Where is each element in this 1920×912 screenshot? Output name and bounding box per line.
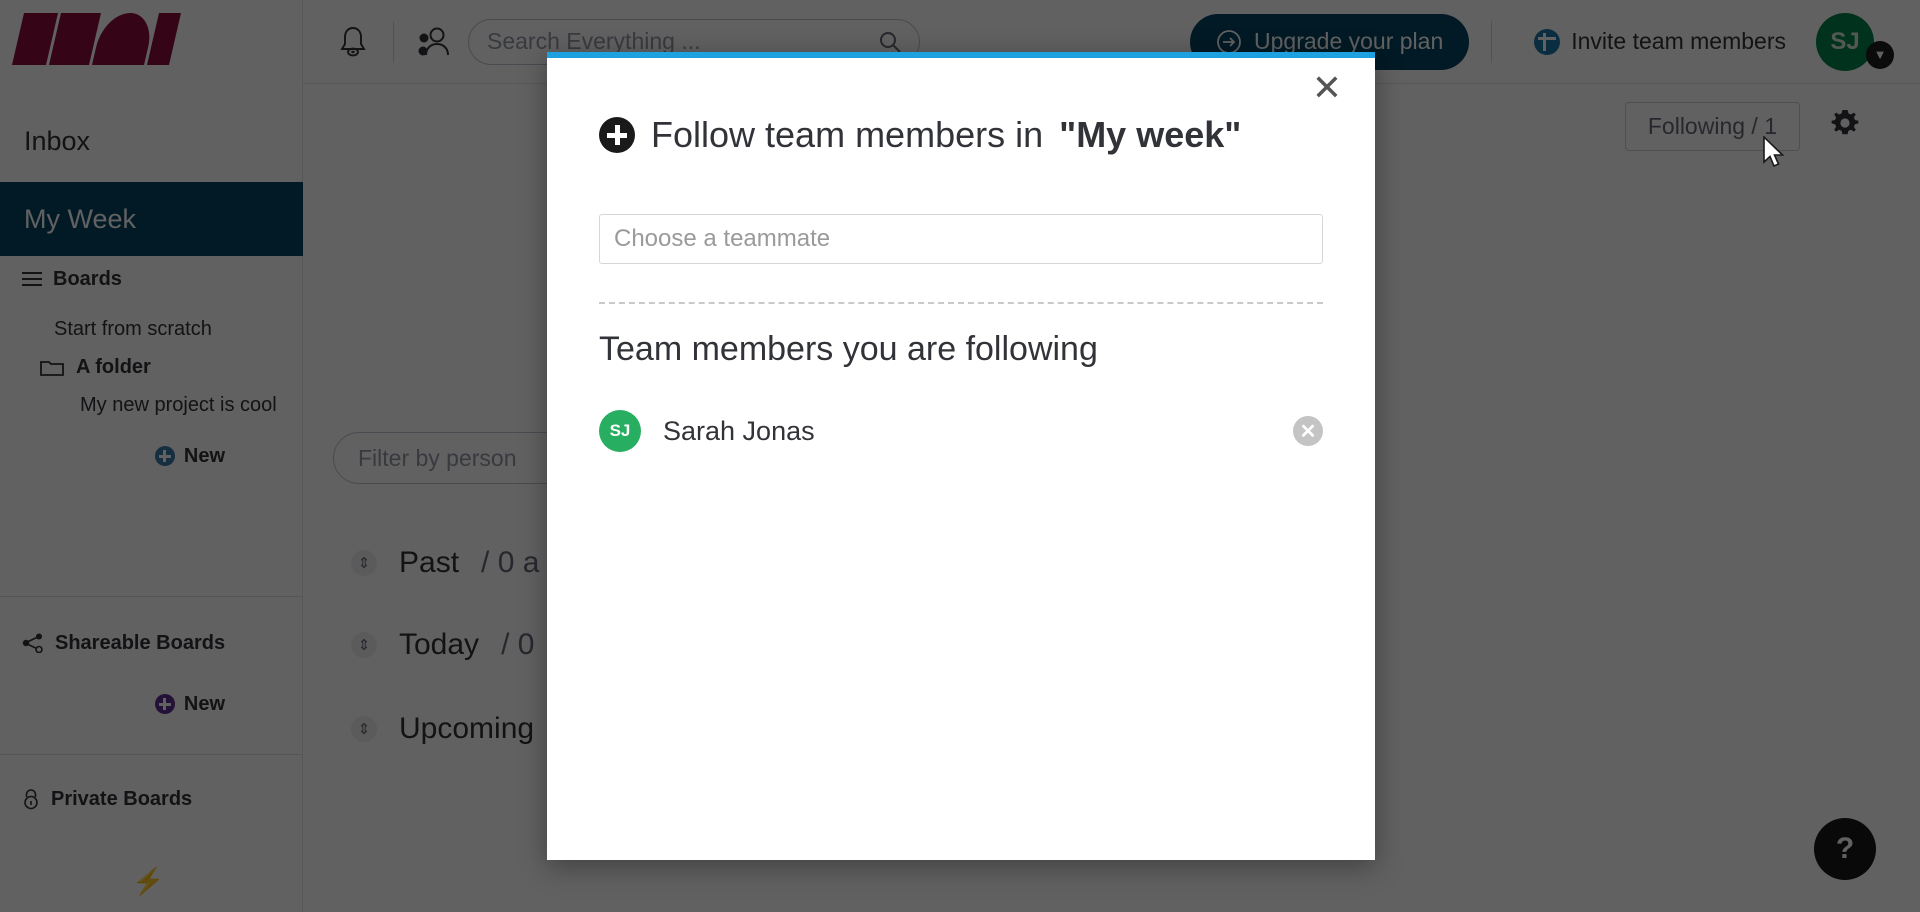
modal-title-board-name: "My week" bbox=[1059, 114, 1242, 155]
avatar-initials: SJ bbox=[609, 421, 631, 440]
modal-title: Follow team members in "My week" bbox=[599, 114, 1241, 156]
remove-circle-icon[interactable]: ✕ bbox=[1293, 416, 1323, 446]
member-name: Sarah Jonas bbox=[663, 415, 815, 446]
close-icon[interactable]: ✕ bbox=[1305, 66, 1349, 110]
choose-teammate-input[interactable] bbox=[599, 214, 1323, 264]
follow-team-members-modal: ✕ Follow team members in "My week" Team … bbox=[547, 52, 1375, 860]
plus-circle-icon bbox=[599, 117, 635, 153]
list-item[interactable]: SJ Sarah Jonas ✕ bbox=[599, 406, 1323, 456]
app-root: Inbox My Week Boards Start from scratch bbox=[0, 0, 1920, 912]
following-list-heading: Team members you are following bbox=[599, 330, 1098, 368]
modal-title-prefix: Follow team members in bbox=[651, 114, 1044, 155]
avatar: SJ bbox=[599, 410, 641, 452]
modal-divider bbox=[599, 302, 1323, 304]
